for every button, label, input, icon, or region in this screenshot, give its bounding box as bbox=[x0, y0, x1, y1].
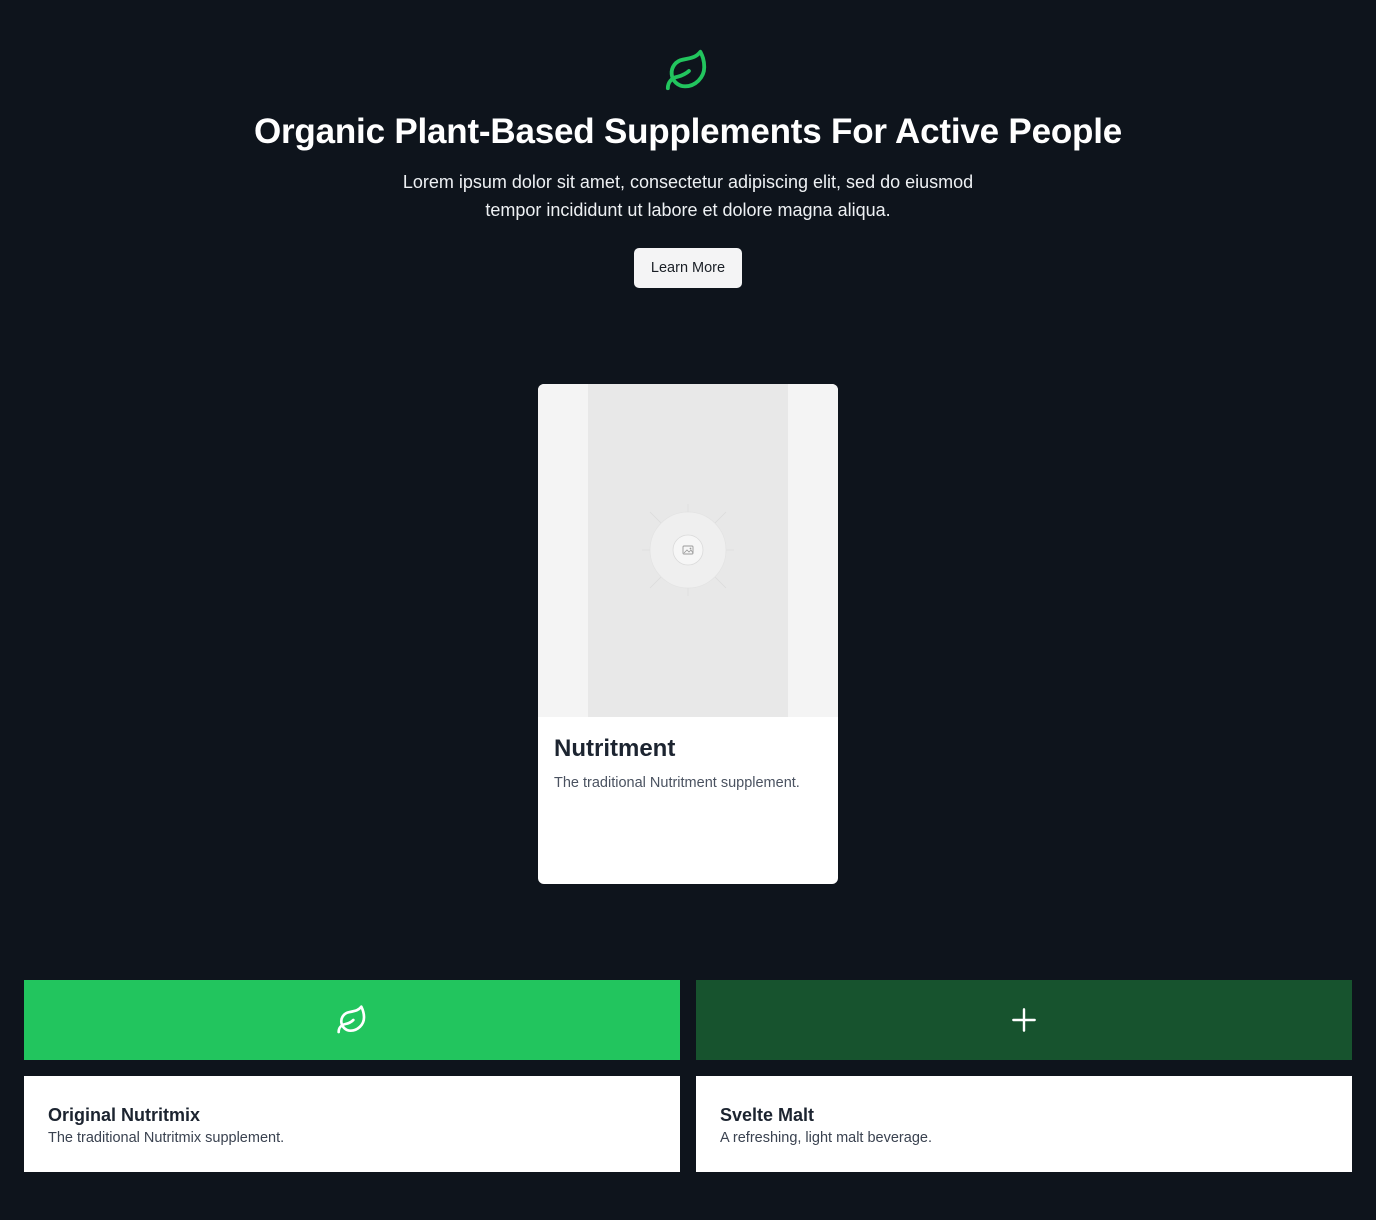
product-title: Svelte Malt bbox=[720, 1105, 815, 1125]
hero-subtitle: Lorem ipsum dolor sit amet, consectetur … bbox=[368, 168, 1008, 224]
hero-title: Organic Plant-Based Supplements For Acti… bbox=[253, 112, 1122, 151]
product-tile-svelte-malt[interactable] bbox=[696, 980, 1352, 1060]
hero-subtitle-line-1: Lorem ipsum dolor sit amet, consectetur … bbox=[402, 172, 974, 192]
product-title: Original Nutritmix bbox=[48, 1105, 201, 1125]
featured-product-title: Nutritment bbox=[554, 735, 676, 762]
learn-more-button[interactable]: Learn More bbox=[634, 248, 742, 288]
product-info-svelte-malt: Svelte Malt A refreshing, light malt bev… bbox=[696, 1076, 1352, 1172]
product-description: The traditional Nutritmix supplement. bbox=[48, 1130, 285, 1146]
product-image-frame bbox=[588, 384, 788, 717]
landing-page: Organic Plant-Based Supplements For Acti… bbox=[0, 0, 1376, 1220]
product-tile-original-nutritmix[interactable] bbox=[24, 980, 680, 1060]
hero-subtitle-line-2: tempor incididunt ut labore et dolore ma… bbox=[485, 200, 891, 220]
product-image bbox=[538, 384, 838, 717]
product-info-original-nutritmix: Original Nutritmix The traditional Nutri… bbox=[24, 1076, 680, 1172]
leaf-icon bbox=[337, 1005, 366, 1034]
leaf-icon bbox=[665, 49, 707, 91]
plus-icon bbox=[1012, 1008, 1036, 1032]
image-placeholder-icon bbox=[642, 504, 734, 596]
featured-product-description: The traditional Nutritment supplement. bbox=[554, 775, 800, 791]
featured-product-card[interactable]: Nutritment The traditional Nutritment su… bbox=[538, 384, 838, 884]
product-description: A refreshing, light malt beverage. bbox=[720, 1130, 932, 1146]
